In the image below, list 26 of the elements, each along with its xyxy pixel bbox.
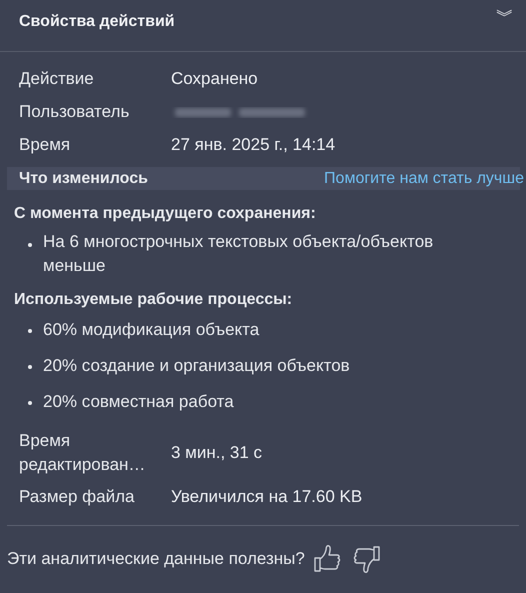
stat-label: Размер файла bbox=[19, 486, 136, 508]
property-label: Пользователь bbox=[19, 102, 130, 122]
group-heading: Используемые рабочие процессы: bbox=[14, 290, 294, 310]
bullet-icon bbox=[28, 243, 32, 247]
section-title: Что изменилось bbox=[19, 170, 148, 188]
property-value: Сохранено bbox=[171, 68, 258, 88]
list-item-text: 60% модификация объекта bbox=[43, 319, 260, 341]
bullet-icon bbox=[28, 365, 32, 369]
collapse-button[interactable]: ︾ bbox=[492, 4, 518, 28]
stat-value: Увеличился на 17.60 KB bbox=[171, 486, 362, 506]
list-item-text: 20% совместная работа bbox=[43, 391, 234, 413]
thumbs-down-icon[interactable] bbox=[352, 544, 381, 574]
feedback-question: Эти аналитические данные полезны? bbox=[7, 549, 305, 569]
list-item-text: 20% создание и организация объектов bbox=[43, 355, 350, 377]
feedback-link[interactable]: Помогите нам стать лучше bbox=[324, 170, 524, 188]
bullet-icon bbox=[28, 401, 32, 405]
stat-value: 3 мин., 31 с bbox=[171, 443, 262, 463]
panel-title: Свойства действий bbox=[19, 12, 175, 30]
property-label: Время bbox=[19, 134, 72, 154]
stat-label: Время редактирован… bbox=[19, 430, 146, 476]
property-value: 27 янв. 2025 г., 14:14 bbox=[171, 134, 336, 154]
bullet-icon bbox=[28, 329, 32, 333]
group-heading: С момента предыдущего сохранения: bbox=[14, 204, 317, 224]
thumbs-up-icon[interactable] bbox=[312, 544, 341, 574]
list-item-text: На 6 многострочных текстовых объекта/объектов меньше bbox=[43, 231, 434, 277]
property-label: Действие bbox=[19, 68, 95, 88]
